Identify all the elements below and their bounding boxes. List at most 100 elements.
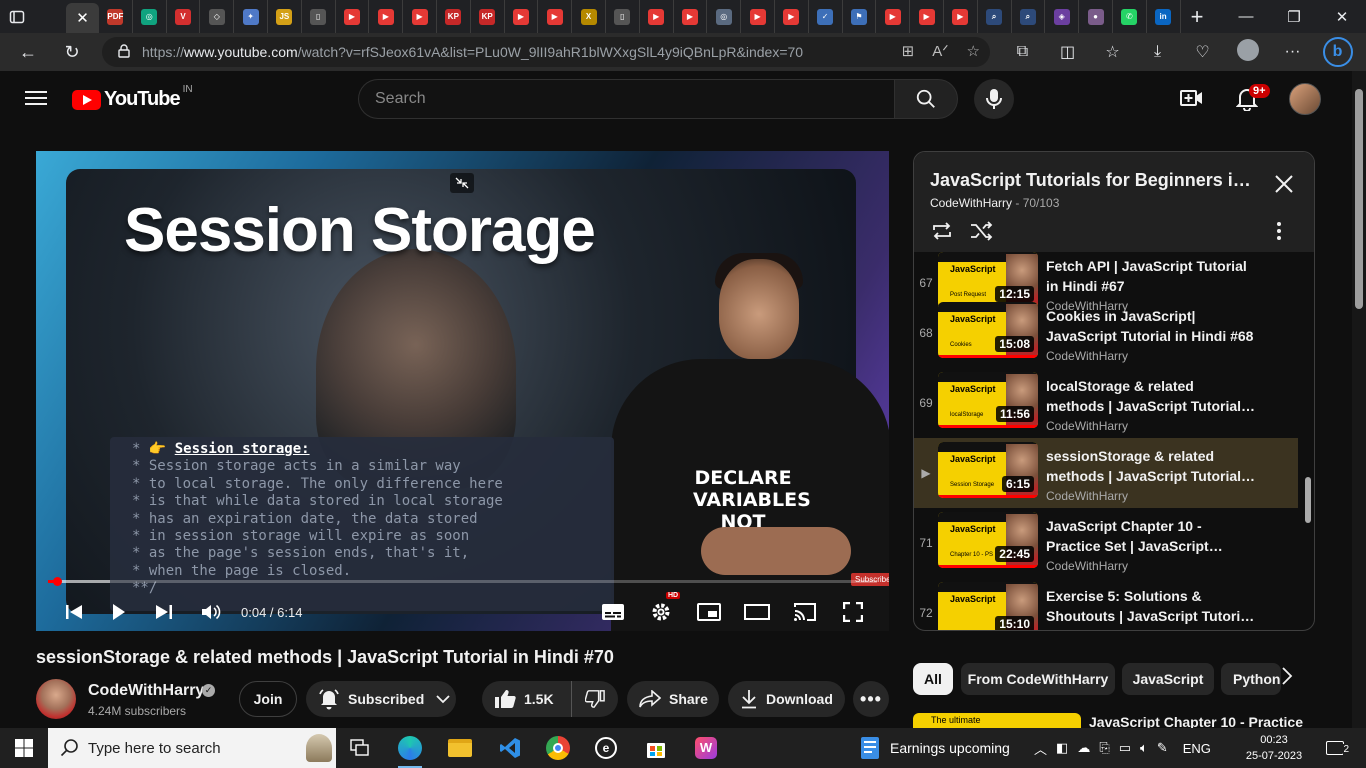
restore-icon[interactable]: ❐: [1270, 0, 1318, 33]
search-button[interactable]: [894, 79, 958, 119]
user-avatar[interactable]: [1289, 83, 1321, 115]
playlist-channel[interactable]: CodeWithHarry: [930, 196, 1012, 210]
bing-copilot-icon[interactable]: b: [1315, 37, 1360, 67]
play-icon[interactable]: [104, 597, 134, 627]
playlist-item-current[interactable]: ▶ JavaScript Session Storage 6:15 sessionSto…: [914, 438, 1298, 508]
browser-tab[interactable]: ⌕: [1012, 0, 1046, 33]
playlist-item-thumbnail[interactable]: JavaScript 15:10: [938, 582, 1038, 630]
playlist-menu-icon[interactable]: [1276, 221, 1282, 246]
address-bar[interactable]: https://www.youtube.com/watch?v=rfSJeox6…: [102, 37, 990, 67]
progress-bar[interactable]: [48, 577, 877, 586]
browser-tab[interactable]: in: [1147, 0, 1181, 33]
channel-name[interactable]: CodeWithHarry: [88, 682, 204, 700]
playlist-item-title[interactable]: Fetch API | JavaScript Tutorial in Hindi…: [1046, 256, 1256, 296]
taskbar-search[interactable]: Type here to search: [48, 728, 336, 768]
settings-gear-icon[interactable]: [646, 597, 676, 627]
playlist-item-thumbnail[interactable]: JavaScript localStorage 11:56: [938, 372, 1038, 428]
playlist-item-title[interactable]: Cookies in JavaScript| JavaScript Tutori…: [1046, 306, 1256, 346]
create-video-button[interactable]: [1180, 87, 1204, 114]
browser-tab[interactable]: V: [167, 0, 201, 33]
playlist-item[interactable]: 69 JavaScript localStorage 11:56 localStorag…: [914, 368, 1298, 438]
new-tab-icon[interactable]: +: [1181, 0, 1214, 33]
playlist-item[interactable]: 71 JavaScript Chapter 10 - PS 22:45 JavaScri…: [914, 508, 1298, 578]
playlist-item-thumbnail[interactable]: JavaScript Cookies 15:08: [938, 302, 1038, 358]
browser-tab[interactable]: ⌕: [978, 0, 1012, 33]
video-player[interactable]: Session Storage DECLAREVARIABLESNOT WAR …: [36, 151, 889, 631]
playlist-scrollbar[interactable]: [1305, 477, 1311, 523]
dislike-button[interactable]: [572, 689, 618, 709]
join-button[interactable]: Join: [239, 681, 297, 717]
previous-icon[interactable]: [59, 597, 89, 627]
browser-tab[interactable]: ▯: [302, 0, 336, 33]
loop-icon[interactable]: [930, 221, 954, 246]
minimize-icon[interactable]: —: [1222, 0, 1270, 33]
browser-tab[interactable]: ▶: [640, 0, 674, 33]
task-view-icon[interactable]: [336, 728, 384, 768]
browser-tab[interactable]: ▶: [910, 0, 944, 33]
browser-tab[interactable]: ✆: [1113, 0, 1147, 33]
read-aloud-icon[interactable]: Aᐟ: [932, 42, 948, 60]
guide-menu-icon[interactable]: [24, 87, 48, 111]
clock[interactable]: 00:23 25-07-2023: [1242, 732, 1306, 764]
browser-tab[interactable]: ✦: [234, 0, 268, 33]
page-scrollbar-thumb[interactable]: [1355, 89, 1363, 309]
search-input[interactable]: [358, 79, 895, 119]
playlist-item[interactable]: 68 JavaScript Cookies 15:08 Cookies in JavaS…: [914, 298, 1298, 368]
refresh-icon[interactable]: ↻: [52, 33, 92, 71]
collapse-icon[interactable]: [450, 173, 474, 193]
microsoft-store-icon[interactable]: [632, 728, 680, 768]
browser-tab[interactable]: ▶: [403, 0, 437, 33]
shuffle-icon[interactable]: [970, 221, 994, 246]
browser-tab[interactable]: ◇: [200, 0, 235, 33]
file-explorer-icon[interactable]: [436, 728, 484, 768]
network-icon[interactable]: ⎘: [1099, 740, 1109, 756]
browser-tab[interactable]: ◎: [707, 0, 742, 33]
volume-icon[interactable]: [196, 597, 226, 627]
playlist-item[interactable]: 72 JavaScript 15:10 Exercise 5: Solutions &…: [914, 578, 1298, 630]
browser-tab[interactable]: ▶: [741, 0, 775, 33]
favorites-icon[interactable]: ☆: [1090, 42, 1135, 62]
browser-tab[interactable]: ▶: [775, 0, 809, 33]
browser-tab[interactable]: ◎: [133, 0, 167, 33]
camera-icon[interactable]: ◧: [1056, 740, 1068, 756]
tab-actions-icon[interactable]: [0, 0, 33, 33]
chip-all[interactable]: All: [913, 663, 953, 695]
voice-search-button[interactable]: [974, 79, 1014, 119]
chrome-icon[interactable]: [534, 728, 582, 768]
chip-from-channel[interactable]: From CodeWithHarry: [961, 663, 1115, 695]
chip-javascript[interactable]: JavaScript: [1122, 663, 1214, 695]
window-close-icon[interactable]: ✕: [1318, 0, 1366, 33]
page-scrollbar[interactable]: [1352, 71, 1366, 728]
next-icon[interactable]: [149, 597, 179, 627]
browser-tab[interactable]: ⚑: [843, 0, 877, 33]
subtitles-icon[interactable]: [598, 597, 628, 627]
miniplayer-icon[interactable]: [694, 597, 724, 627]
browser-tab[interactable]: ●: [1079, 0, 1113, 33]
favorite-star-icon[interactable]: ☆: [967, 42, 980, 60]
onedrive-cloud-icon[interactable]: ☁: [1077, 740, 1090, 756]
browser-tab[interactable]: ▶: [505, 0, 539, 33]
playlist-title[interactable]: JavaScript Tutorials for Beginners in Hi…: [930, 170, 1260, 191]
pinned-app-icon[interactable]: e: [582, 728, 630, 768]
chevron-up-icon[interactable]: ︿: [1034, 739, 1047, 758]
fullscreen-icon[interactable]: [838, 597, 868, 627]
youtube-logo[interactable]: YouTube IN: [72, 84, 193, 111]
playlist-item-thumbnail[interactable]: JavaScript Session Storage 6:15: [938, 442, 1038, 498]
apps-icon[interactable]: ⊞: [902, 42, 915, 60]
notification-center-icon[interactable]: 2: [1320, 736, 1350, 760]
browser-tab[interactable]: KP: [437, 0, 471, 33]
vscode-icon[interactable]: [486, 728, 534, 768]
share-button[interactable]: Share: [627, 681, 719, 717]
cast-icon[interactable]: [790, 597, 820, 627]
playlist-item-thumbnail[interactable]: JavaScript Chapter 10 - PS 22:45: [938, 512, 1038, 568]
back-icon[interactable]: ←: [8, 33, 48, 71]
chip-python[interactable]: Python: [1221, 663, 1281, 695]
download-button[interactable]: Download: [728, 681, 845, 717]
browser-tab[interactable]: ▶: [944, 0, 978, 33]
playlist-item-title[interactable]: Exercise 5: Solutions & Shoutouts | Java…: [1046, 586, 1256, 626]
browser-tab[interactable]: ✓: [809, 0, 843, 33]
extensions-icon[interactable]: ⧉: [1000, 43, 1045, 61]
windows-start-icon[interactable]: [0, 728, 48, 768]
wps-office-icon[interactable]: W: [682, 728, 730, 768]
browser-tab[interactable]: ▶: [876, 0, 911, 33]
